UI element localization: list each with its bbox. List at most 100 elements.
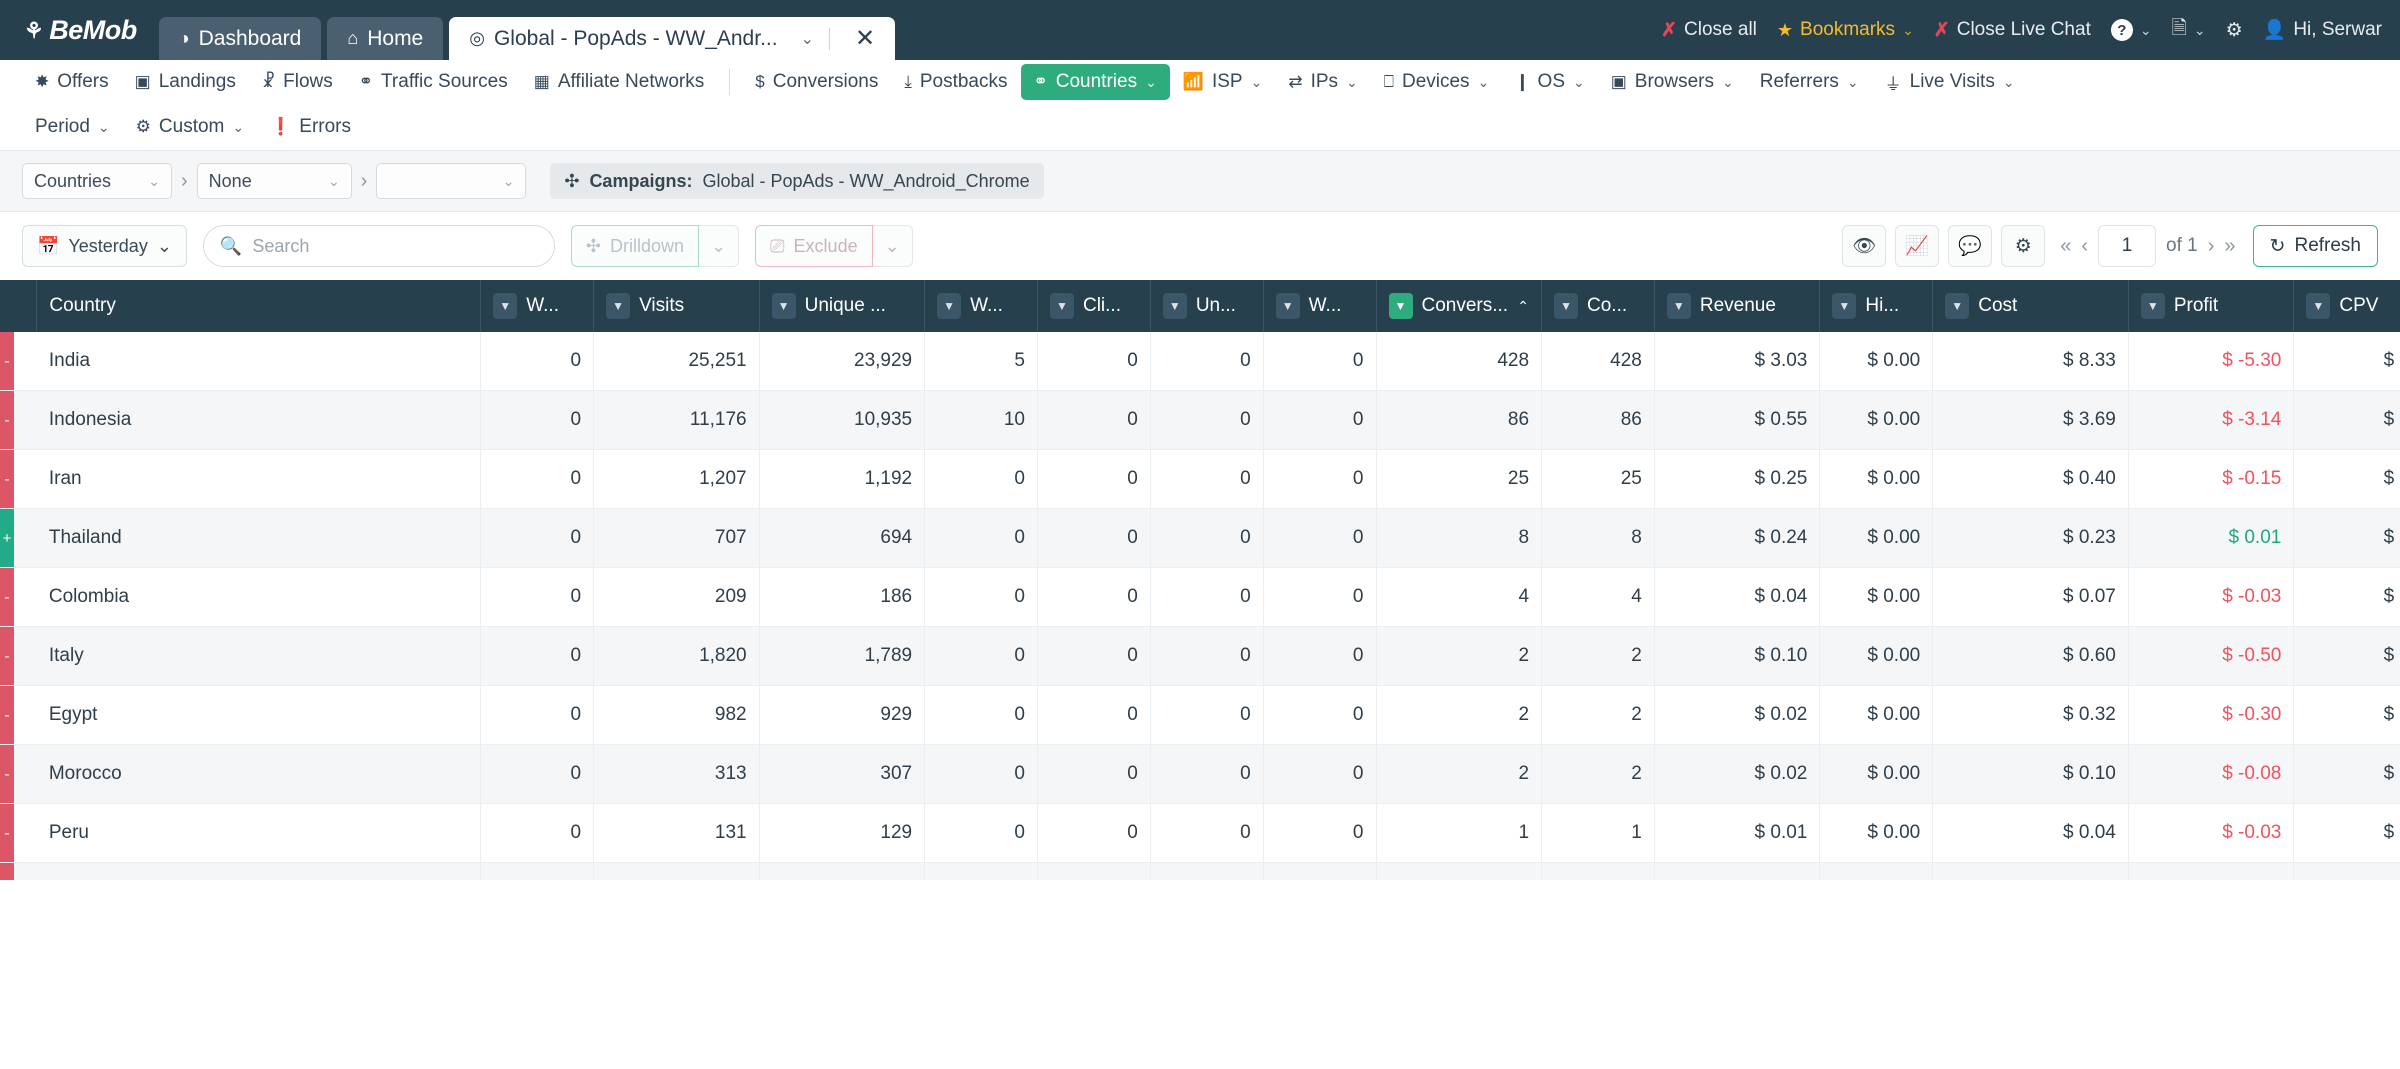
column-header-cpv[interactable]: ▼ CPV [2293, 280, 2400, 332]
tab-campaign-report[interactable]: ◎ Global - PopAds - WW_Andr... ⌄ ✕ [449, 17, 896, 60]
filter-icon[interactable]: ▼ [1945, 293, 1970, 319]
table-row[interactable]: - Italy 0 1,820 1,789 0 0 0 0 2 2 $ 0.10 $ 0.00 $ 0.6… [0, 626, 2400, 686]
nav-item-browsers[interactable]: ▣ Browsers ⌄ [1598, 64, 1747, 100]
column-header-unique[interactable]: ▼ Unique ... [759, 280, 926, 332]
nav-item-errors[interactable]: ❗ Errors [257, 109, 364, 145]
visibility-toggle-button[interactable]: 👁 [1842, 225, 1887, 267]
nav-item-countries[interactable]: ⚭ Countries ⌄ [1020, 64, 1170, 100]
prev-page-button[interactable]: ‹ [2081, 235, 2088, 258]
chart-view-button[interactable]: 📈 [1895, 225, 1940, 267]
column-header-cost[interactable]: ▼ Cost [1932, 280, 2129, 332]
table-row[interactable]: + Thailand 0 707 694 0 0 0 0 8 8 $ 0.24 $ 0.00 $ 0.23… [0, 508, 2400, 568]
nav-item-ips[interactable]: ⇄ IPs ⌄ [1275, 64, 1370, 100]
filter-icon[interactable]: ▼ [493, 293, 518, 319]
exclude-button[interactable]: ⎚ Exclude [755, 225, 873, 267]
close-icon[interactable]: ✕ [845, 26, 885, 51]
table-row[interactable]: - Egypt 0 982 929 0 0 0 0 2 2 $ 0.02 $ 0.00 $ 0.32 $ -… [0, 685, 2400, 745]
column-header-un[interactable]: ▼ Un... [1150, 280, 1264, 332]
table-row[interactable]: - Peru 0 131 129 0 0 0 0 1 1 $ 0.01 $ 0.00 $ 0.04 $ -0… [0, 803, 2400, 863]
nav-item-traffic-sources[interactable]: ⚭ Traffic Sources [346, 64, 521, 100]
row-status-marker[interactable]: - [0, 744, 37, 804]
filter-icon[interactable]: ▼ [1666, 293, 1691, 319]
report-table-container[interactable]: Country ▼ W... ▼ Visits ▼ Unique ... ▼ W... ▼ Cli.… [0, 280, 2400, 880]
column-header-convers[interactable]: ▼ Convers... ⌃ [1376, 280, 1543, 332]
first-page-button[interactable]: « [2060, 235, 2071, 258]
table-row[interactable]: - India 0 25,251 23,929 5 0 0 0 428 428 $ 3.03 $ 0.0… [0, 332, 2400, 391]
settings-button[interactable]: ⚙ [2226, 19, 2243, 42]
refresh-button[interactable]: ↻ Refresh [2252, 225, 2378, 267]
nav-item-live-visits[interactable]: ⏚ Live Visits ⌄ [1872, 63, 2028, 102]
chevron-down-icon[interactable]: ⌄ [801, 29, 814, 49]
table-row[interactable]: - Colombia 0 209 186 0 0 0 0 4 4 $ 0.04 $ 0.00 $ 0.07… [0, 567, 2400, 627]
date-range-button[interactable]: 📅 Yesterday ⌄ [22, 225, 187, 267]
filter-icon[interactable]: ▼ [2140, 293, 2165, 319]
row-status-marker[interactable]: - [0, 449, 37, 509]
nav-item-landings[interactable]: ▣ Landings [122, 64, 249, 100]
table-row[interactable]: - Iran 0 1,207 1,192 0 0 0 0 25 25 $ 0.25 $ 0.00 $ 0.… [0, 449, 2400, 509]
grouping-select-3[interactable]: ⌄ [376, 163, 527, 199]
exclude-dropdown-button[interactable]: ⌄ [872, 225, 913, 267]
page-number-input[interactable]: 1 [2098, 225, 2157, 267]
column-header-w[interactable]: ▼ W... [924, 280, 1038, 332]
grouping-select-1[interactable]: Countries ⌄ [22, 163, 172, 199]
bookmarks-button[interactable]: ★ Bookmarks ⌄ [1777, 19, 1914, 41]
row-status-marker[interactable]: + [0, 508, 37, 568]
column-header-profit[interactable]: ▼ Profit [2128, 280, 2295, 332]
column-header-w[interactable]: ▼ W... [1263, 280, 1377, 332]
row-status-marker[interactable]: - [0, 626, 37, 686]
table-row[interactable]: - Morocco 0 313 307 0 0 0 0 2 2 $ 0.02 $ 0.00 $ 0.10 $… [0, 744, 2400, 804]
close-live-chat-button[interactable]: ✗ Close Live Chat [1934, 19, 2091, 42]
last-page-button[interactable]: » [2224, 235, 2235, 258]
nav-item-custom[interactable]: ⚙ Custom ⌄ [123, 109, 257, 145]
column-header-hi[interactable]: ▼ Hi... [1819, 280, 1934, 332]
filter-icon[interactable]: ▼ [2306, 293, 2331, 319]
sort-ascending-icon[interactable]: ⌃ [1517, 298, 1529, 315]
nav-item-postbacks[interactable]: ⤓ Postbacks [891, 64, 1020, 100]
close-all-button[interactable]: ✗ Close all [1661, 19, 1757, 42]
nav-item-flows[interactable]: ☧ Flows [249, 64, 346, 100]
tab-dashboard[interactable]: ◑ Dashboard [158, 17, 322, 60]
filter-icon[interactable]: ▼ [606, 293, 631, 319]
nav-item-affiliate-networks[interactable]: ▦ Affiliate Networks [521, 64, 718, 100]
next-page-button[interactable]: › [2208, 235, 2215, 258]
column-header-visits[interactable]: ▼ Visits [593, 280, 760, 332]
column-header-w[interactable]: ▼ W... [480, 280, 595, 332]
filter-icon[interactable]: ▼ [937, 293, 962, 319]
column-header-cli[interactable]: ▼ Cli... [1037, 280, 1151, 332]
table-row[interactable]: - Indonesia 0 11,176 10,935 10 0 0 0 86 86 $ 0.55 $ … [0, 390, 2400, 450]
search-input[interactable]: 🔍 Search [202, 225, 555, 267]
row-status-marker[interactable]: - [0, 390, 37, 450]
help-menu[interactable]: ? ⌄ [2110, 19, 2152, 41]
column-settings-button[interactable]: ⚙ [2001, 225, 2046, 267]
campaign-filter-chip[interactable]: ✣ Campaigns: Global - PopAds - WW_Androi… [550, 163, 1044, 199]
user-menu[interactable]: 👤 Hi, Serwar [2263, 18, 2382, 42]
workspaces-menu[interactable]: 🗎 ⌄ [2172, 14, 2206, 46]
filter-icon[interactable]: ▼ [1832, 293, 1857, 319]
column-header-co[interactable]: ▼ Co... [1541, 280, 1655, 332]
nav-item-isp[interactable]: 📶 ISP ⌄ [1170, 64, 1276, 100]
nav-item-os[interactable]: ❙ OS ⌄ [1502, 64, 1597, 100]
table-row[interactable]: -Brazil0287273000011$ 0.01$ 0.00$ 0.09$ … [0, 862, 2400, 880]
nav-item-period[interactable]: Period ⌄ [22, 109, 123, 145]
filter-icon[interactable]: ▼ [1049, 293, 1074, 319]
filter-icon[interactable]: ▼ [1162, 293, 1187, 319]
nav-item-offers[interactable]: ✸ Offers [22, 64, 122, 100]
filter-icon[interactable]: ▼ [1275, 293, 1300, 319]
drilldown-dropdown-button[interactable]: ⌄ [699, 225, 740, 267]
tab-home[interactable]: ⌂ Home [327, 17, 444, 60]
nav-item-conversions[interactable]: $ Conversions [742, 64, 891, 100]
filter-icon[interactable]: ▼ [1388, 293, 1413, 319]
column-header-country[interactable]: Country [36, 280, 482, 332]
nav-item-devices[interactable]: ⎕ Devices ⌄ [1371, 64, 1503, 100]
row-status-marker[interactable]: - [0, 685, 37, 745]
drilldown-button[interactable]: ✣ Drilldown [570, 225, 700, 267]
filter-icon[interactable]: ▼ [1554, 293, 1579, 319]
comment-button[interactable]: 💬 [1948, 225, 1993, 267]
row-status-marker[interactable]: - [0, 862, 37, 880]
row-status-marker[interactable]: - [0, 332, 37, 391]
grouping-select-2[interactable]: None ⌄ [196, 163, 352, 199]
filter-icon[interactable]: ▼ [771, 293, 796, 319]
row-status-marker[interactable]: - [0, 567, 37, 627]
column-header-revenue[interactable]: ▼ Revenue [1654, 280, 1821, 332]
nav-item-referrers[interactable]: Referrers ⌄ [1747, 64, 1872, 100]
